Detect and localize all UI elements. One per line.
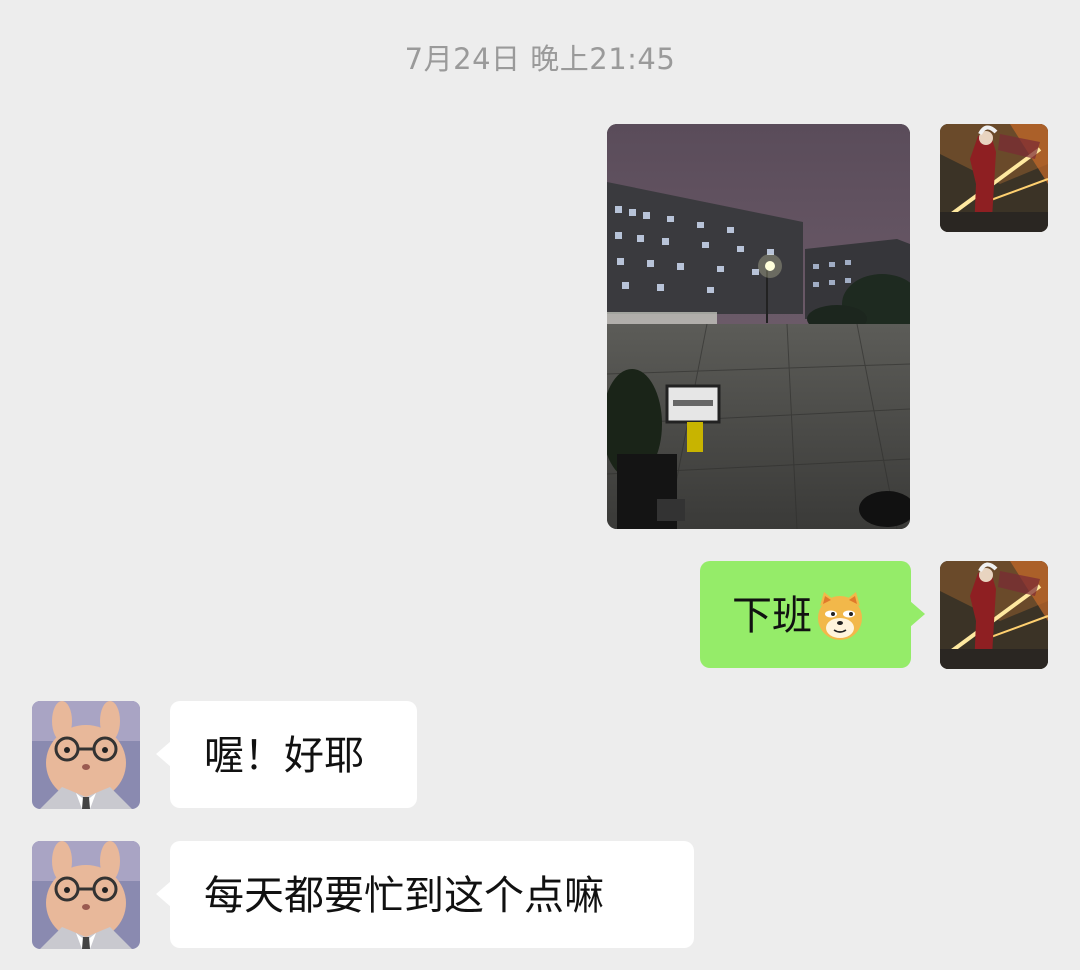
message-timestamp: 7月24日 晚上21:45 [404,42,676,76]
my-avatar[interactable] [940,561,1048,669]
doge-emoji-icon [814,590,866,642]
anime-warrior-avatar-icon [940,124,1048,232]
rabbit-with-glasses-avatar-icon [32,701,140,809]
my-message-bubble[interactable]: 下班 [700,561,925,668]
message-text: 喔！好耶 [204,733,364,779]
chat-window: 7月24日 晚上21:45 下班 喔！好耶 每天都要忙到这个点嘛 [0,0,1080,970]
contact-avatar[interactable] [32,841,140,949]
night-campus-photo [607,124,910,529]
contact-avatar[interactable] [32,701,140,809]
contact-message-bubble[interactable]: 每天都要忙到这个点嘛 [156,841,694,948]
image-message[interactable] [607,124,910,529]
message-text: 每天都要忙到这个点嘛 [204,873,604,919]
message-text: 下班 [732,593,812,639]
my-avatar[interactable] [940,124,1048,232]
rabbit-with-glasses-avatar-icon [32,841,140,949]
contact-message-bubble[interactable]: 喔！好耶 [156,701,417,808]
anime-warrior-avatar-icon [940,561,1048,669]
